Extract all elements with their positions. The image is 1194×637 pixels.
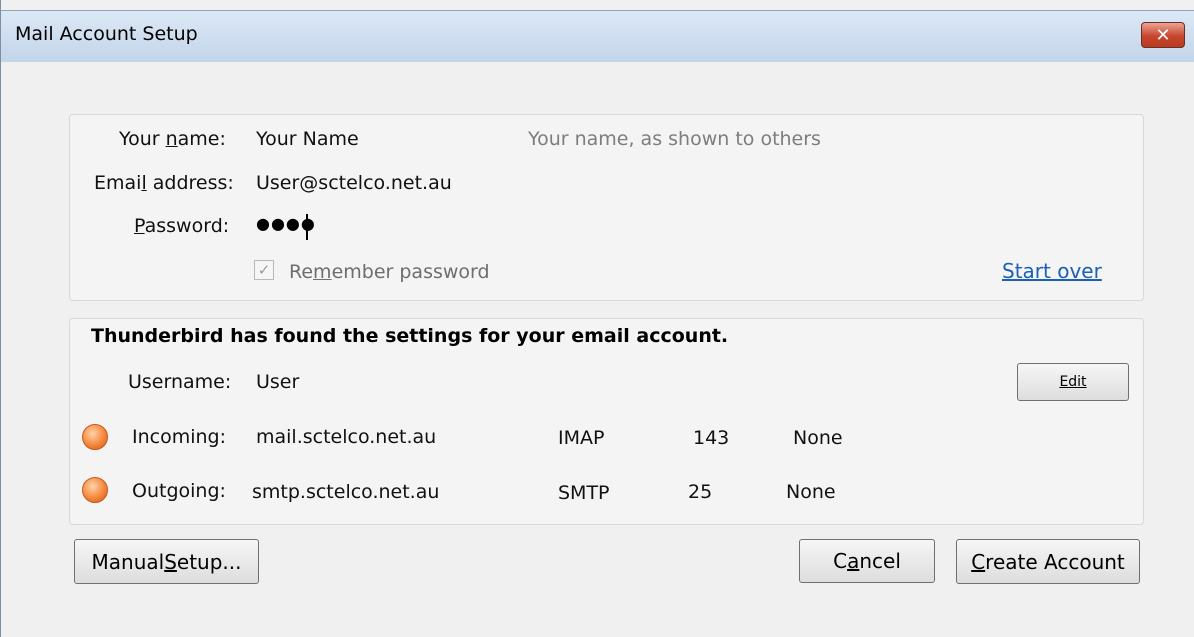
title-bar[interactable]: Mail Account Setup ✕ — [1, 10, 1194, 62]
incoming-label: Incoming: — [132, 426, 227, 448]
start-over-link[interactable]: Start over — [1002, 259, 1102, 283]
username-value[interactable]: User — [256, 371, 299, 393]
email-label: Email address: — [94, 172, 234, 194]
incoming-protocol: IMAP — [558, 427, 605, 449]
incoming-port: 143 — [693, 427, 730, 449]
settings-heading: Thunderbird has found the settings for y… — [91, 325, 729, 347]
close-icon: ✕ — [1155, 24, 1171, 46]
outgoing-protocol: SMTP — [558, 482, 610, 504]
name-field[interactable]: Your Name — [256, 128, 359, 150]
mail-account-setup-dialog: Mail Account Setup ✕ Your name: Your Nam… — [0, 0, 1194, 637]
remember-password-checkbox[interactable]: ✓ — [254, 260, 274, 280]
outgoing-server: smtp.sctelco.net.au — [252, 481, 440, 503]
edit-button[interactable]: Edit — [1017, 363, 1129, 401]
name-hint: Your name, as shown to others — [528, 128, 821, 150]
create-account-button[interactable]: Create Account — [956, 539, 1140, 584]
checkmark-icon: ✓ — [257, 261, 271, 279]
text-caret — [306, 214, 308, 240]
outgoing-status-icon — [82, 477, 108, 503]
password-label: Password: — [134, 215, 230, 237]
remember-password-label: Remember password — [289, 261, 490, 283]
incoming-server: mail.sctelco.net.au — [256, 426, 437, 448]
name-label: Your name: — [119, 128, 226, 150]
email-field[interactable]: User@sctelco.net.au — [256, 172, 452, 194]
window-title: Mail Account Setup — [15, 23, 198, 45]
incoming-status-icon — [82, 424, 108, 450]
outgoing-label: Outgoing: — [132, 480, 226, 502]
outgoing-port: 25 — [688, 481, 713, 503]
incoming-security: None — [793, 427, 843, 449]
cancel-button[interactable]: Ca ncel — [799, 539, 935, 583]
close-button[interactable]: ✕ — [1141, 22, 1185, 48]
outgoing-security: None — [786, 481, 836, 503]
username-label: Username: — [128, 371, 232, 393]
manual-setup-button[interactable]: Manual Setup... — [74, 539, 259, 584]
